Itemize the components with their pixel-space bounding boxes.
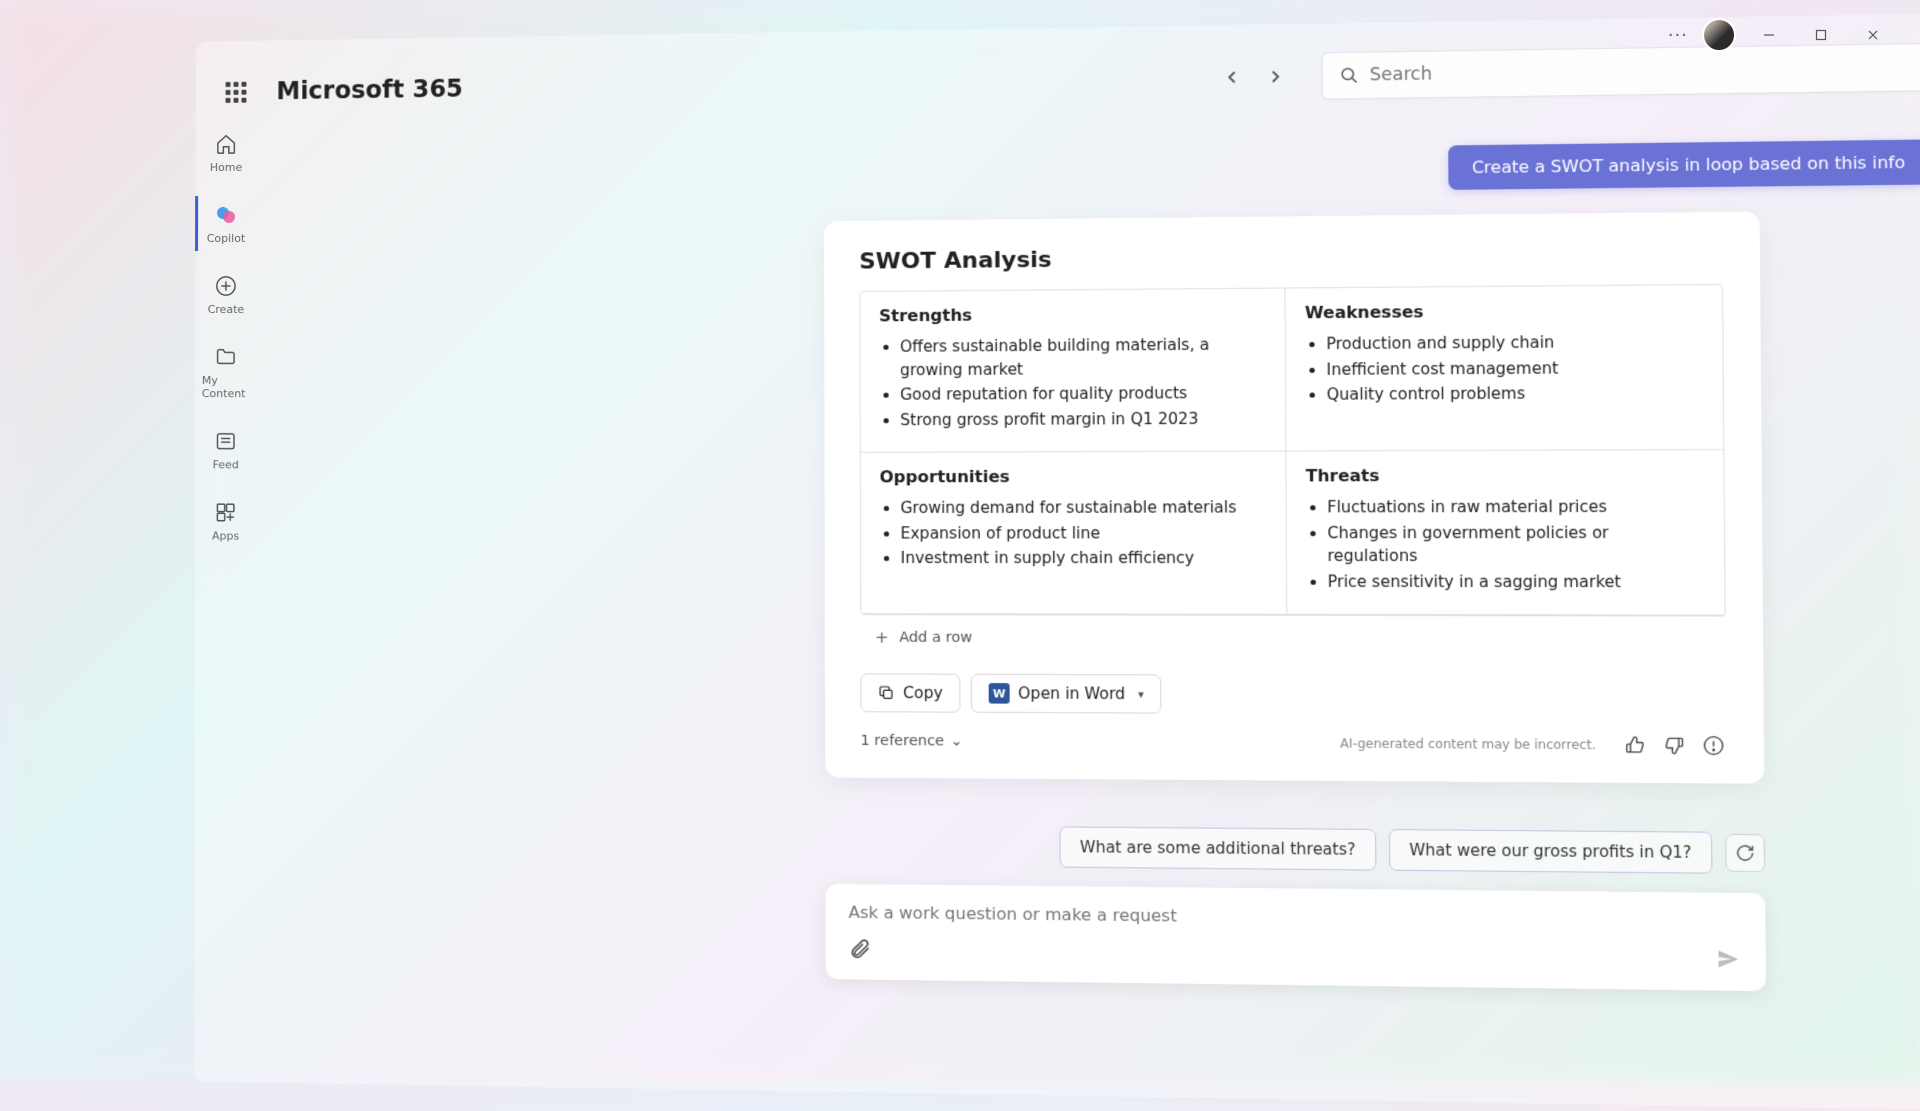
card-actions: Copy W Open in Word ▾ xyxy=(860,673,1726,716)
refresh-suggestions-button[interactable] xyxy=(1725,834,1765,872)
minimize-button[interactable] xyxy=(1750,21,1788,49)
composer[interactable] xyxy=(826,884,1766,991)
sidebar-item-label: Feed xyxy=(213,458,239,471)
plus-icon: + xyxy=(875,627,889,646)
swot-item: Price sensitivity in a sagging market xyxy=(1328,570,1705,594)
sidebar-item-label: Create xyxy=(208,303,245,316)
card-title: SWOT Analysis xyxy=(859,241,1723,275)
chevron-down-icon: ⌄ xyxy=(950,733,962,749)
swot-weaknesses: Weaknesses Production and supply chain I… xyxy=(1286,285,1724,452)
copy-icon xyxy=(878,685,895,701)
sidebar-item-label: Copilot xyxy=(207,232,246,245)
disclaimer-text: AI-generated content may be incorrect. xyxy=(1340,736,1596,752)
copy-label: Copy xyxy=(903,684,943,703)
forward-button[interactable] xyxy=(1258,60,1292,93)
app-window: Microsoft 365 Create a SWOT analysis in … xyxy=(194,13,1920,1111)
user-message: Create a SWOT analysis in loop based on … xyxy=(1448,139,1920,189)
plus-circle-icon xyxy=(213,273,239,299)
report-button[interactable] xyxy=(1700,733,1726,758)
copy-button[interactable]: Copy xyxy=(860,673,960,712)
open-word-label: Open in Word xyxy=(1018,684,1125,703)
home-icon xyxy=(213,131,239,157)
nav-arrows xyxy=(1215,60,1291,94)
sidebar-item-copilot[interactable]: Copilot xyxy=(195,196,255,251)
sidebar: Home Copilot Create My Content Feed Apps xyxy=(190,65,263,549)
open-word-button[interactable]: W Open in Word ▾ xyxy=(971,674,1162,714)
swot-item: Fluctuations in raw material prices xyxy=(1327,495,1704,519)
swot-item: Investment in supply chain efficiency xyxy=(901,547,1267,570)
composer-input[interactable] xyxy=(848,903,1741,932)
sidebar-item-label: Home xyxy=(210,161,242,174)
search-input[interactable] xyxy=(1370,57,1910,86)
references-toggle[interactable]: 1 reference ⌄ xyxy=(861,733,963,750)
copilot-icon xyxy=(213,202,239,228)
swot-item: Strong gross profit margin in Q1 2023 xyxy=(900,407,1266,432)
suggestion-row: What are some additional threats? What w… xyxy=(825,824,1765,874)
swot-item: Production and supply chain xyxy=(1326,330,1703,356)
feedback-buttons xyxy=(1622,733,1727,759)
swot-heading: Threats xyxy=(1306,465,1704,486)
swot-item: Good reputation for quality products xyxy=(900,381,1266,406)
suggestion-chip[interactable]: What are some additional threats? xyxy=(1060,826,1376,870)
header: Microsoft 365 xyxy=(196,34,1920,123)
ai-response-card: SWOT Analysis Strengths Offers sustainab… xyxy=(824,211,1764,783)
avatar[interactable] xyxy=(1702,18,1736,52)
swot-heading: Weaknesses xyxy=(1305,300,1703,323)
swot-threats: Threats Fluctuations in raw material pri… xyxy=(1286,450,1724,615)
swot-item: Growing demand for sustainable materials xyxy=(900,496,1266,520)
swot-item: Quality control problems xyxy=(1327,381,1704,406)
add-row-label: Add a row xyxy=(899,629,972,646)
references-label: 1 reference xyxy=(861,733,945,750)
swot-heading: Strengths xyxy=(879,303,1265,325)
search-icon xyxy=(1340,66,1359,85)
feed-icon xyxy=(213,428,239,454)
chevron-down-icon: ▾ xyxy=(1138,687,1144,700)
swot-heading: Opportunities xyxy=(880,466,1267,486)
suggestion-chip[interactable]: What were our gross profits in Q1? xyxy=(1389,829,1713,874)
sidebar-item-apps[interactable]: Apps xyxy=(196,493,256,549)
swot-opportunities: Opportunities Growing demand for sustain… xyxy=(861,452,1287,615)
sidebar-item-create[interactable]: Create xyxy=(196,267,256,322)
swot-item: Changes in government policies or regula… xyxy=(1327,521,1704,568)
window-titlebar: ··· xyxy=(1668,18,1892,52)
close-button[interactable] xyxy=(1854,21,1892,49)
brand-title: Microsoft 365 xyxy=(276,74,463,105)
more-icon[interactable]: ··· xyxy=(1668,25,1688,46)
swot-table: Strengths Offers sustainable building ma… xyxy=(859,284,1725,617)
chat-column: Create a SWOT analysis in loop based on … xyxy=(557,139,1920,1110)
sidebar-item-home[interactable]: Home xyxy=(196,125,256,180)
swot-item: Offers sustainable building materials, a… xyxy=(900,333,1266,381)
maximize-button[interactable] xyxy=(1802,21,1840,49)
thumbs-up-button[interactable] xyxy=(1622,733,1648,758)
apps-icon xyxy=(213,499,239,525)
thumbs-down-button[interactable] xyxy=(1661,733,1687,758)
card-footer: 1 reference ⌄ AI-generated content may b… xyxy=(860,729,1726,759)
sidebar-item-label: Apps xyxy=(212,529,239,542)
sidebar-item-feed[interactable]: Feed xyxy=(196,422,256,477)
swot-strengths: Strengths Offers sustainable building ma… xyxy=(860,289,1286,453)
add-row-button[interactable]: + Add a row xyxy=(860,615,1726,662)
sidebar-item-label: My Content xyxy=(202,374,250,400)
swot-item: Expansion of product line xyxy=(900,521,1266,544)
word-icon: W xyxy=(989,683,1010,704)
sidebar-item-mycontent[interactable]: My Content xyxy=(196,338,256,406)
swot-item: Inefficient cost management xyxy=(1326,356,1703,382)
folder-icon xyxy=(213,344,239,370)
attach-button[interactable] xyxy=(849,937,872,960)
send-button[interactable] xyxy=(1715,946,1742,972)
back-button[interactable] xyxy=(1215,61,1249,94)
